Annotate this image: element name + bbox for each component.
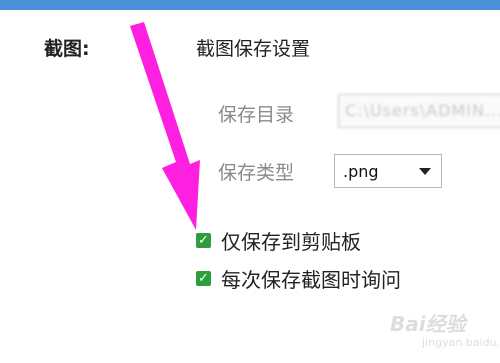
save-type-value: .png — [343, 161, 379, 181]
section-title: 截图保存设置 — [196, 38, 311, 60]
watermark: Bai经验 jingyan.baidu.com — [380, 306, 500, 356]
ask-each-time-checkbox[interactable]: ✓ 每次保存截图时询问 — [196, 264, 401, 293]
window-top-bar — [0, 0, 500, 10]
save-dir-field[interactable]: C:\Users\ADMIN... — [338, 94, 500, 128]
section-label: 截图: — [44, 38, 90, 60]
watermark-site: jingyan.baidu.com — [422, 336, 500, 349]
save-type-dropdown[interactable]: .png — [334, 154, 442, 188]
ask-each-time-label: 每次保存截图时询问 — [221, 268, 401, 292]
clipboard-only-label: 仅保存到剪贴板 — [221, 230, 361, 254]
check-icon[interactable]: ✓ — [196, 271, 211, 286]
screenshot-settings-panel: 截图: 截图保存设置 保存目录 C:\Users\ADMIN... 保存类型 .… — [0, 0, 500, 363]
save-type-label: 保存类型 — [218, 162, 295, 184]
check-icon[interactable]: ✓ — [196, 233, 211, 248]
clipboard-only-checkbox[interactable]: ✓ 仅保存到剪贴板 — [196, 226, 361, 255]
chevron-down-icon[interactable] — [419, 167, 431, 175]
save-dir-label: 保存目录 — [218, 104, 295, 126]
watermark-brand: Bai经验 — [390, 312, 466, 336]
